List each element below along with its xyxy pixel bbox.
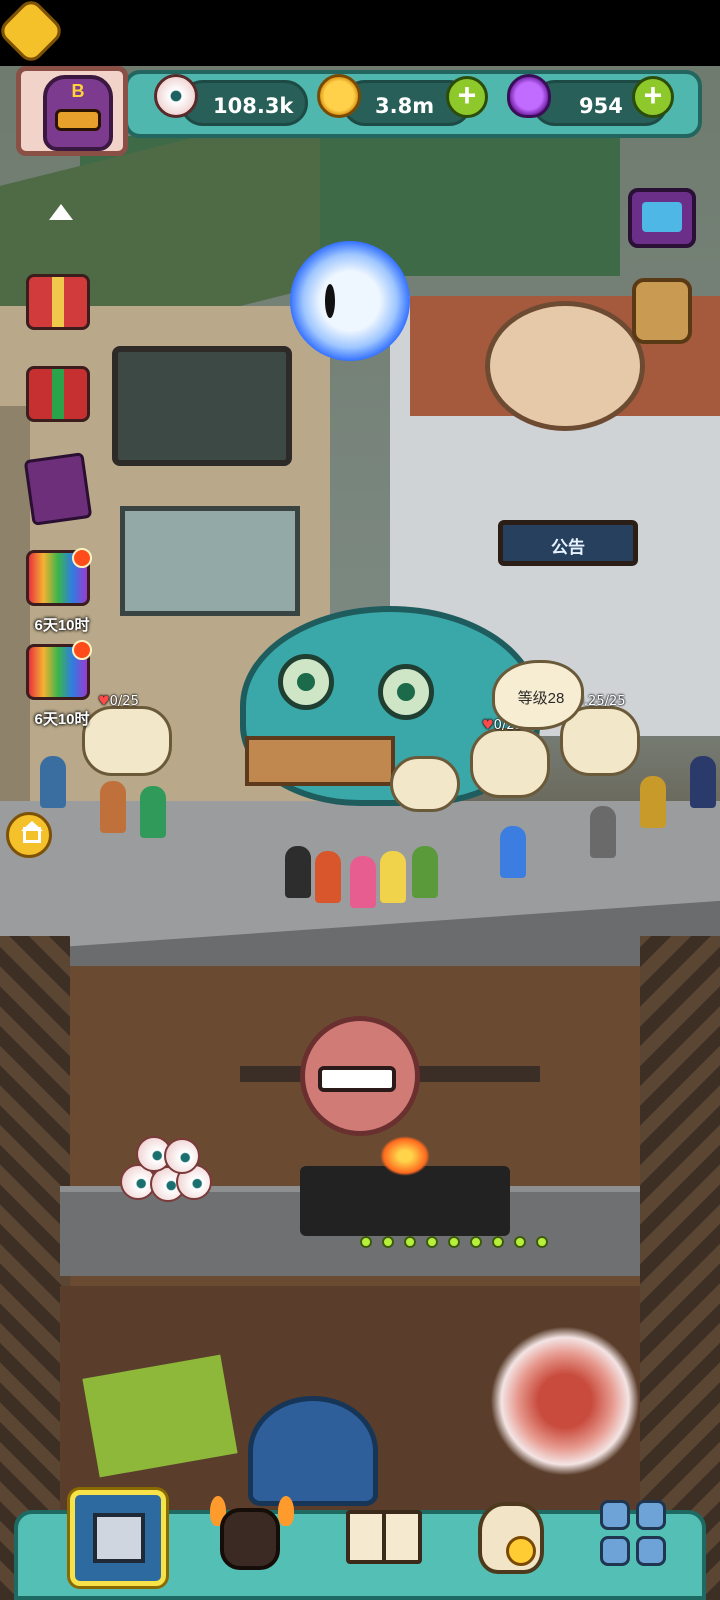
stall-like-counter: ♥0/25 <box>98 694 139 709</box>
level-bubble: 等级28 <box>492 660 584 730</box>
tv-icon <box>642 202 682 232</box>
bottom-nav <box>14 1490 706 1600</box>
add-potions-button[interactable]: + <box>632 76 674 118</box>
video-ad-button[interactable] <box>628 188 696 248</box>
octopus-chef-teeth <box>318 1066 396 1092</box>
eyeball-count: 108.3k <box>213 94 294 118</box>
building-icon <box>93 1513 145 1563</box>
coin-icon <box>506 1536 536 1566</box>
eyeball-icon <box>154 74 198 118</box>
avatar-mouth <box>55 109 101 131</box>
led-light-strip <box>360 1236 560 1252</box>
monster-eye-left <box>278 654 334 710</box>
monster-icon <box>220 1508 280 1570</box>
nav-more-button[interactable] <box>590 1490 686 1586</box>
gift-timer: 6天10时 <box>34 617 90 634</box>
present-icon[interactable] <box>26 366 90 422</box>
grid-icon <box>600 1500 630 1530</box>
customer[interactable] <box>40 756 66 808</box>
grid-icon <box>636 1536 666 1566</box>
customer[interactable] <box>412 846 438 898</box>
backpack-button[interactable] <box>632 278 692 344</box>
restaurant-counter <box>245 736 395 786</box>
customer[interactable] <box>140 786 166 838</box>
add-coins-button[interactable]: + <box>446 76 488 118</box>
game-scene[interactable]: ♥0/25 ♥0/25 ♥0.25/25 公告 等级28 <box>0 66 720 1600</box>
food-order-bubble[interactable] <box>470 728 550 798</box>
nav-shop-button[interactable] <box>464 1490 560 1586</box>
brain-airship[interactable] <box>485 301 645 431</box>
flame-icon <box>278 1496 294 1526</box>
customer[interactable] <box>380 851 406 903</box>
nav-monster-button[interactable] <box>204 1490 300 1586</box>
customer[interactable] <box>285 846 311 898</box>
blue-eye-portal[interactable] <box>290 241 410 361</box>
aquarium-window <box>120 506 300 616</box>
customer[interactable] <box>500 826 526 878</box>
eyeball-pile[interactable] <box>120 1136 212 1206</box>
potion-count: 954 <box>579 94 623 118</box>
eyeball <box>164 1138 200 1174</box>
gift-box-icon[interactable] <box>26 274 90 330</box>
notice-board-sign[interactable]: 公告 <box>498 520 638 566</box>
gift-timer: 6天10时 <box>34 711 90 728</box>
cards-icon[interactable] <box>23 452 93 526</box>
portal-pupil <box>325 284 335 318</box>
nav-book-button[interactable] <box>340 1490 436 1586</box>
notification-dot <box>72 548 92 568</box>
avatar-letter: B <box>71 81 85 101</box>
chevron-up-icon <box>49 204 73 220</box>
avatar-badge: B <box>43 75 113 151</box>
grid-icon <box>636 1500 666 1530</box>
player-avatar[interactable]: B <box>16 66 128 156</box>
customer[interactable] <box>640 776 666 828</box>
stove-fire <box>380 1136 430 1176</box>
grid-icon <box>600 1536 630 1566</box>
potion-icon <box>507 74 551 118</box>
customer[interactable] <box>100 781 126 833</box>
stove[interactable] <box>300 1166 510 1236</box>
nav-building-button[interactable] <box>70 1490 166 1586</box>
coin-count: 3.8m <box>375 94 435 118</box>
food-sign-board <box>112 346 292 466</box>
home-button[interactable] <box>6 812 52 858</box>
book-spine <box>382 1510 386 1564</box>
red-vortex-portal[interactable] <box>490 1326 640 1476</box>
customer[interactable] <box>350 856 376 908</box>
food-order-bubble[interactable] <box>390 756 460 812</box>
level-label: 等级28 <box>517 690 565 707</box>
notice-board-label: 公告 <box>551 538 585 557</box>
eyeball-counter: 108.3k <box>180 80 308 126</box>
customer[interactable] <box>315 851 341 903</box>
coin-icon <box>317 74 361 118</box>
top-hud: B 108.3k 3.8m + 954 + <box>12 66 712 156</box>
customer[interactable] <box>590 806 616 858</box>
monster-eye-right <box>378 664 434 720</box>
notification-dot <box>72 640 92 660</box>
customer[interactable] <box>690 756 716 808</box>
status-bar <box>0 0 720 66</box>
home-icon <box>23 827 41 843</box>
